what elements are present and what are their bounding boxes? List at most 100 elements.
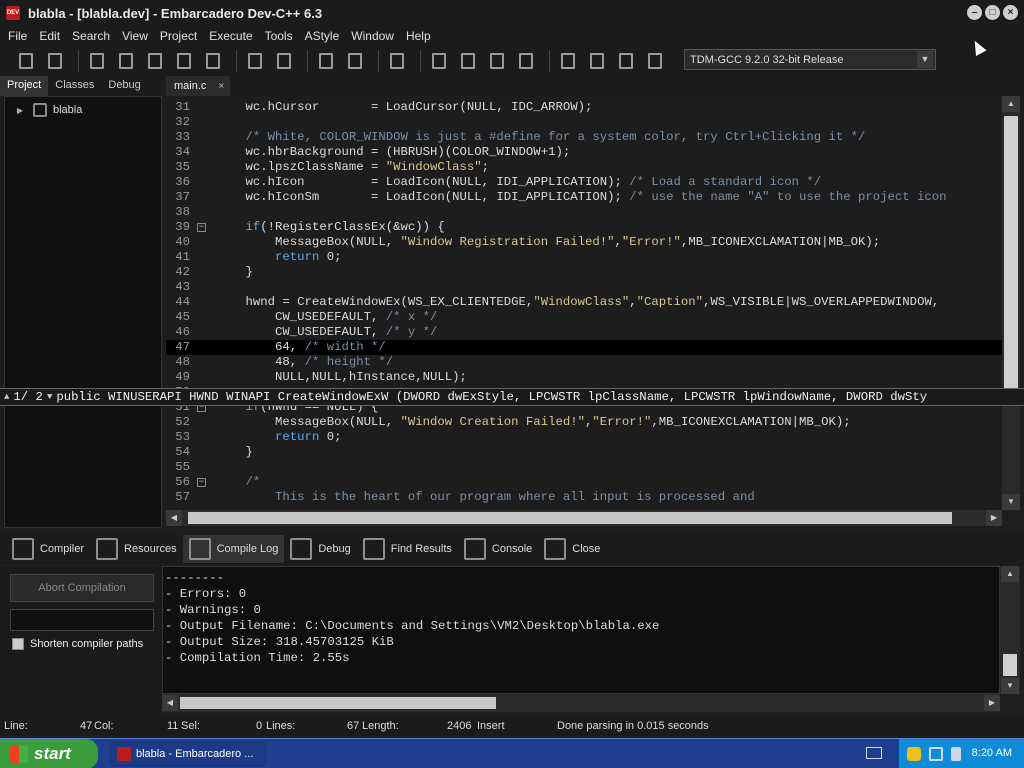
menu-search[interactable]: Search (66, 29, 116, 43)
code-line[interactable]: 57 This is the heart of our program wher… (166, 490, 1002, 505)
menu-window[interactable]: Window (345, 29, 400, 43)
tab-close[interactable]: Close (538, 535, 606, 563)
scroll-right-icon[interactable]: ▶ (984, 695, 1000, 711)
menu-file[interactable]: File (2, 29, 33, 43)
open-file-icon[interactable] (43, 49, 67, 73)
compile-icon[interactable] (427, 49, 451, 73)
close-window-icon[interactable]: × (1003, 5, 1018, 20)
rebuild-icon[interactable] (514, 49, 538, 73)
tab-find-results[interactable]: Find Results (357, 535, 458, 563)
minimize-icon[interactable]: – (967, 5, 982, 20)
expand-icon[interactable]: ▶ (17, 106, 27, 115)
scroll-down-icon[interactable]: ▼ (1001, 678, 1019, 694)
code-line[interactable]: 44 hwnd = CreateWindowEx(WS_EX_CLIENTEDG… (166, 295, 1002, 310)
compiler-select[interactable]: TDM-GCC 9.2.0 32-bit Release ▼ (684, 49, 936, 70)
menu-view[interactable]: View (116, 29, 154, 43)
code-line[interactable]: 55 (166, 460, 1002, 475)
tab-main-c[interactable]: main.c × (166, 76, 230, 96)
redo-icon[interactable] (272, 49, 296, 73)
code-line[interactable]: 52 MessageBox(NULL, "Window Creation Fai… (166, 415, 1002, 430)
code-line[interactable]: 35 wc.lpszClassName = "WindowClass"; (166, 160, 1002, 175)
editor-horizontal-scrollbar[interactable]: ◀ ▶ (166, 510, 1002, 526)
security-shield-icon[interactable] (907, 747, 921, 761)
shorten-paths-row[interactable]: Shorten compiler paths (12, 638, 143, 650)
code-line[interactable]: 53 return 0; (166, 430, 1002, 445)
unindent-icon[interactable] (343, 49, 367, 73)
scroll-up-icon[interactable]: ▲ (1001, 566, 1019, 582)
scroll-thumb[interactable] (1003, 654, 1017, 676)
code-editor[interactable]: 31 wc.hCursor = LoadCursor(NULL, IDC_ARR… (166, 96, 1002, 510)
code-line[interactable]: 37 wc.hIconSm = LoadIcon(NULL, IDI_APPLI… (166, 190, 1002, 205)
tab-compiler[interactable]: Compiler (6, 535, 90, 563)
undo-icon[interactable] (243, 49, 267, 73)
log-horizontal-scrollbar[interactable]: ◀ ▶ (162, 694, 1000, 712)
keyboard-icon[interactable] (866, 747, 882, 759)
code-line[interactable]: 40 MessageBox(NULL, "Window Registration… (166, 235, 1002, 250)
menu-edit[interactable]: Edit (33, 29, 66, 43)
tab-console[interactable]: Console (458, 535, 538, 563)
code-line[interactable]: 47 64, /* width */ (166, 340, 1002, 355)
compile-run-icon[interactable] (485, 49, 509, 73)
menu-project[interactable]: Project (154, 29, 203, 43)
indent-icon[interactable] (314, 49, 338, 73)
network-icon[interactable] (929, 747, 943, 761)
fold-toggle-icon[interactable]: − (197, 478, 206, 487)
code-line[interactable]: 45 CW_USEDEFAULT, /* x */ (166, 310, 1002, 325)
start-button[interactable]: start (0, 739, 98, 768)
tab-debug[interactable]: Debug (284, 535, 356, 563)
scroll-thumb[interactable] (188, 512, 952, 524)
code-line[interactable]: 39− if(!RegisterClassEx(&wc)) { (166, 220, 1002, 235)
save-icon[interactable] (85, 49, 109, 73)
toggle-comment-icon[interactable] (385, 49, 409, 73)
code-line[interactable]: 43 (166, 280, 1002, 295)
new-file-icon[interactable] (14, 49, 38, 73)
code-line[interactable]: 46 CW_USEDEFAULT, /* y */ (166, 325, 1002, 340)
scroll-thumb[interactable] (1004, 116, 1018, 402)
code-line[interactable]: 31 wc.hCursor = LoadCursor(NULL, IDC_ARR… (166, 100, 1002, 115)
code-line[interactable]: 33 /* White, COLOR_WINDOW is just a #def… (166, 130, 1002, 145)
maximize-icon[interactable]: □ (985, 5, 1000, 20)
code-line[interactable]: 56− /* (166, 475, 1002, 490)
menu-astyle[interactable]: AStyle (299, 29, 346, 43)
chevron-down-icon[interactable]: ▼ (917, 51, 933, 68)
code-line[interactable]: 38 (166, 205, 1002, 220)
save-all-icon[interactable] (114, 49, 138, 73)
run-icon[interactable] (456, 49, 480, 73)
tab-resources[interactable]: Resources (90, 535, 183, 563)
code-line[interactable]: 42 } (166, 265, 1002, 280)
code-line[interactable]: 49 NULL,NULL,hInstance,NULL); (166, 370, 1002, 385)
menu-help[interactable]: Help (400, 29, 437, 43)
abort-compilation-button[interactable]: Abort Compilation (10, 574, 154, 602)
tab-compile-log[interactable]: Compile Log (182, 535, 285, 563)
taskbar-item-devcpp[interactable]: blabla - Embarcadero ... (110, 742, 266, 766)
stop-icon[interactable] (585, 49, 609, 73)
close-tab-icon[interactable]: × (218, 81, 224, 92)
shorten-paths-checkbox[interactable] (12, 638, 24, 650)
close-file-icon[interactable] (143, 49, 167, 73)
volume-icon[interactable] (951, 747, 961, 761)
code-line[interactable]: 54 } (166, 445, 1002, 460)
log-vertical-scrollbar[interactable]: ▲ ▼ (1000, 566, 1020, 694)
editor-vertical-scrollbar[interactable]: ▲ ▼ (1002, 96, 1020, 510)
compile-log[interactable]: -------- - Errors: 0 - Warnings: 0 - Output… (162, 566, 1000, 694)
menu-execute[interactable]: Execute (203, 29, 258, 43)
scroll-up-icon[interactable]: ▲ (1002, 96, 1020, 112)
scroll-thumb[interactable] (180, 697, 496, 709)
tab-classes[interactable]: Classes (48, 76, 101, 96)
profile-icon[interactable] (614, 49, 638, 73)
calltip-up-icon[interactable]: ▲ (0, 392, 13, 402)
menu-tools[interactable]: Tools (259, 29, 299, 43)
code-line[interactable]: 41 return 0; (166, 250, 1002, 265)
tab-debug[interactable]: Debug (101, 76, 147, 96)
syntax-check-icon[interactable] (556, 49, 580, 73)
scroll-right-icon[interactable]: ▶ (986, 510, 1002, 526)
delete-profile-icon[interactable] (643, 49, 667, 73)
print-icon[interactable] (201, 49, 225, 73)
close-all-icon[interactable] (172, 49, 196, 73)
scroll-down-icon[interactable]: ▼ (1002, 494, 1020, 510)
fold-toggle-icon[interactable]: − (197, 223, 206, 232)
tree-item-project[interactable]: ▶ blabla (17, 103, 82, 117)
tab-project[interactable]: Project (0, 76, 49, 96)
code-line[interactable]: 48 48, /* height */ (166, 355, 1002, 370)
code-line[interactable]: 34 wc.hbrBackground = (HBRUSH)(COLOR_WIN… (166, 145, 1002, 160)
